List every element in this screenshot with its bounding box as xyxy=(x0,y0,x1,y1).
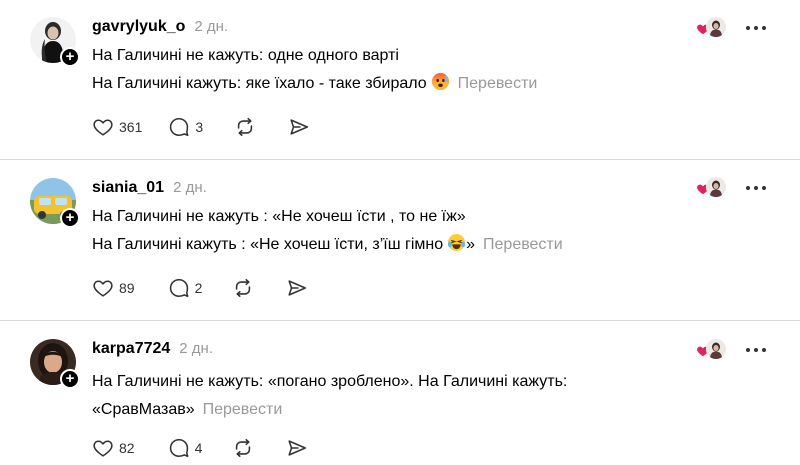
laughing-tears-emoji xyxy=(448,233,466,252)
more-dots-icon xyxy=(746,186,766,190)
post-actions: 82 4 xyxy=(92,436,308,460)
post-time: 2 дн. xyxy=(179,340,214,357)
like-count: 361 xyxy=(119,119,143,135)
reply-count: 3 xyxy=(195,119,204,135)
like-count: 82 xyxy=(119,440,135,456)
avatar-container[interactable]: + xyxy=(30,17,80,67)
reply-button[interactable]: 2 xyxy=(168,277,203,299)
post-line-2: На Галичині кажуть: яке їхало - таке зби… xyxy=(92,70,732,98)
username[interactable]: karpa7724 xyxy=(92,340,170,358)
post-actions: 89 2 xyxy=(92,276,308,300)
post-line-2-text: «СравМазав» xyxy=(92,401,195,418)
post-siania-01: + siania_01 2 дн. На Галичині не кажуть … xyxy=(0,160,800,321)
heart-outline-icon xyxy=(93,440,113,457)
like-button[interactable]: 89 xyxy=(92,277,135,299)
more-dots-icon xyxy=(746,26,766,30)
post-actions: 361 3 xyxy=(92,115,310,139)
heart-outline-icon xyxy=(93,280,113,297)
follow-plus-icon[interactable]: + xyxy=(60,369,80,389)
liked-by-avatar xyxy=(706,339,726,359)
speech-bubble-icon xyxy=(169,438,189,458)
post-text: На Галичині не кажуть : «Не хочеш їсти ,… xyxy=(92,203,732,259)
translate-link[interactable]: Перевести xyxy=(203,401,283,418)
repost-button[interactable] xyxy=(234,116,256,138)
post-header: karpa7724 2 дн. xyxy=(92,340,213,360)
post-line-2-text: На Галичині кажуть: яке їхало - таке зби… xyxy=(92,75,427,92)
post-line-1: На Галичині не кажуть : «Не хочеш їсти ,… xyxy=(92,208,466,225)
translate-link[interactable]: Перевести xyxy=(458,75,538,92)
liked-by-indicator[interactable] xyxy=(696,339,726,361)
quote-close: » xyxy=(466,236,476,253)
speech-bubble-icon xyxy=(169,278,189,298)
send-arrow-icon xyxy=(290,119,309,135)
more-options-button[interactable] xyxy=(742,18,770,38)
liked-by-avatar xyxy=(706,177,726,197)
post-line-2-text: На Галичині кажуть : «Не хочеш їсти, з’ї… xyxy=(92,236,444,253)
more-options-button[interactable] xyxy=(742,340,770,360)
liked-by-indicator[interactable] xyxy=(696,177,726,199)
post-text: На Галичині не кажуть: «погано зроблено»… xyxy=(92,368,732,424)
avatar-container[interactable]: + xyxy=(30,178,80,228)
hot-face-emoji xyxy=(431,72,449,91)
liked-by-avatar xyxy=(706,17,726,37)
translate-link[interactable]: Перевести xyxy=(483,236,563,253)
post-header: siania_01 2 дн. xyxy=(92,179,207,199)
reply-count: 4 xyxy=(194,440,203,456)
username[interactable]: gavrylyuk_o xyxy=(92,18,185,36)
reply-button[interactable]: 3 xyxy=(168,116,203,138)
repost-button[interactable] xyxy=(232,277,254,299)
repost-arrows-icon xyxy=(236,438,251,458)
reply-count: 2 xyxy=(194,280,203,296)
repost-button[interactable] xyxy=(232,437,254,459)
more-dots-icon xyxy=(746,348,766,352)
more-options-button[interactable] xyxy=(742,178,770,198)
post-line-1: На Галичині не кажуть: одне одного варті xyxy=(92,47,399,64)
threads-feed: + gavrylyuk_o 2 дн. На Галичині не кажут… xyxy=(0,0,800,465)
follow-plus-icon[interactable]: + xyxy=(60,208,80,228)
repost-arrows-icon xyxy=(237,117,253,137)
post-line-2: На Галичині кажуть : «Не хочеш їсти, з’ї… xyxy=(92,231,732,259)
speech-bubble-icon xyxy=(170,117,189,137)
liked-by-indicator[interactable] xyxy=(696,17,726,39)
share-button[interactable] xyxy=(286,277,308,299)
post-header: gavrylyuk_o 2 дн. xyxy=(92,18,228,38)
post-gavrylyuk-o: + gavrylyuk_o 2 дн. На Галичині не кажут… xyxy=(0,0,800,160)
follow-plus-icon[interactable]: + xyxy=(60,47,80,67)
heart-outline-icon xyxy=(93,119,113,136)
post-text: На Галичині не кажуть: одне одного варті… xyxy=(92,42,732,98)
post-time: 2 дн. xyxy=(194,18,229,35)
post-line-2: «СравМазав» Перевести xyxy=(92,396,732,424)
post-time: 2 дн. xyxy=(173,179,207,196)
avatar-container[interactable]: + xyxy=(30,339,80,389)
reply-button[interactable]: 4 xyxy=(168,437,203,459)
like-button[interactable]: 361 xyxy=(92,116,142,138)
share-button[interactable] xyxy=(288,116,310,138)
send-arrow-icon xyxy=(288,280,307,296)
like-button[interactable]: 82 xyxy=(92,437,135,459)
like-count: 89 xyxy=(119,280,135,296)
post-karpa7724: + karpa7724 2 дн. На Галичині не кажуть:… xyxy=(0,321,800,465)
username[interactable]: siania_01 xyxy=(92,179,164,197)
post-line-1: На Галичині не кажуть: «погано зроблено»… xyxy=(92,373,568,390)
repost-arrows-icon xyxy=(236,278,251,298)
share-button[interactable] xyxy=(286,437,308,459)
send-arrow-icon xyxy=(288,440,307,456)
